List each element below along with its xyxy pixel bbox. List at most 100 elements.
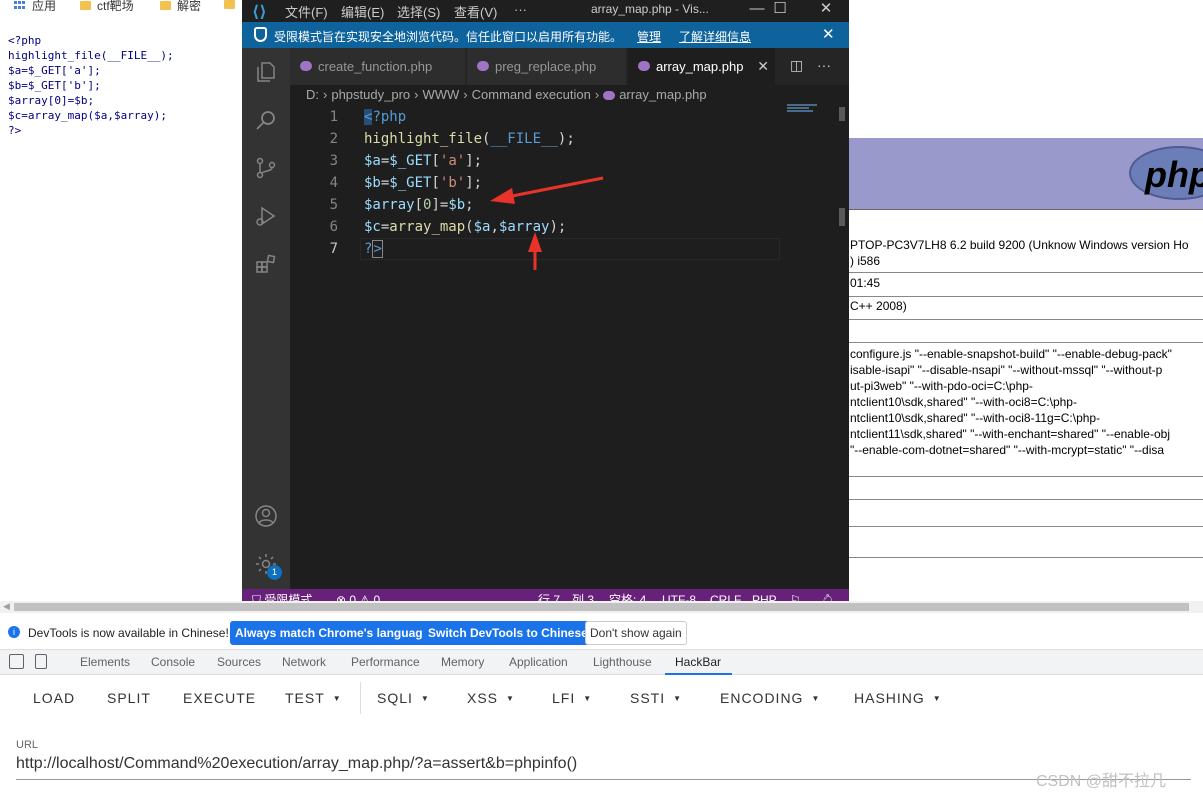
notice-message: DevTools is now available in Chinese! — [28, 626, 229, 640]
run-debug-icon[interactable] — [254, 204, 278, 228]
phpinfo-row — [848, 478, 1203, 500]
scroll-left-icon[interactable]: ◀ — [3, 601, 10, 612]
ssti-button[interactable]: SSTI ▼ — [630, 690, 682, 706]
devtools-tab-bar: Elements Console Sources Network Perform… — [0, 649, 1203, 675]
info-icon: i — [8, 626, 20, 638]
manage-link[interactable]: 管理 — [637, 28, 661, 45]
page-source-code: <?php highlight_file(__FILE__); $a=$_GET['… — [8, 33, 174, 138]
divider — [360, 682, 361, 714]
match-language-button[interactable]: Always match Chrome's language — [230, 621, 435, 645]
menu-edit[interactable]: 编辑(E) — [341, 2, 384, 21]
more-actions-icon[interactable]: ··· — [817, 57, 831, 73]
active-tab-indicator — [665, 673, 732, 675]
xss-button[interactable]: XSS ▼ — [467, 690, 515, 706]
minimap[interactable] — [787, 104, 837, 116]
shield-icon — [254, 27, 267, 42]
split-button[interactable]: SPLIT — [107, 690, 151, 706]
tab-hackbar[interactable]: HackBar — [675, 655, 721, 669]
close-tab-icon[interactable]: ✕ — [757, 48, 769, 85]
tab-sources[interactable]: Sources — [217, 655, 261, 669]
menu-selection[interactable]: 选择(S) — [397, 2, 440, 21]
execute-button[interactable]: EXECUTE — [183, 690, 256, 706]
account-icon[interactable] — [254, 504, 278, 528]
vscode-logo-icon: ⟨⟩ — [252, 4, 267, 21]
encoding-button[interactable]: ENCODING ▼ — [720, 690, 820, 706]
editor-scrollbar-marker — [839, 208, 845, 226]
source-line: highlight_file(__FILE__); — [8, 49, 174, 62]
tab-lighthouse[interactable]: Lighthouse — [593, 655, 652, 669]
test-button[interactable]: TEST ▼ — [285, 690, 342, 706]
learn-more-link[interactable]: 了解详细信息 — [679, 28, 751, 45]
tab-preg-replace[interactable]: preg_replace.php — [467, 48, 627, 85]
tab-elements[interactable]: Elements — [80, 655, 130, 669]
source-line: ?> — [8, 124, 22, 137]
tab-console[interactable]: Console — [151, 655, 195, 669]
code-line: 4 $b=$_GET['b']; — [329, 175, 483, 191]
page-horizontal-scrollbar[interactable]: ◀ — [0, 601, 1203, 613]
phpinfo-output: php PTOP-PC3V7LH8 6.2 build 9200 (Unknow… — [848, 138, 1203, 600]
breadcrumb-www[interactable]: WWW — [422, 87, 459, 102]
bookmark-decrypt[interactable]: 解密 — [160, 0, 201, 14]
apps-grid-icon — [14, 0, 26, 11]
inspect-element-icon[interactable] — [9, 654, 24, 669]
lfi-button[interactable]: LFI ▼ — [552, 690, 592, 706]
load-button[interactable]: LOAD — [33, 690, 75, 706]
phpinfo-row — [848, 528, 1203, 558]
explorer-icon[interactable] — [254, 60, 278, 84]
source-line: $a=$_GET['a']; — [8, 64, 101, 77]
search-icon[interactable] — [254, 108, 278, 132]
bookmark-apps[interactable]: 应用 — [14, 0, 56, 14]
tab-create-function[interactable]: create_function.php — [290, 48, 466, 85]
caret-down-icon: ▼ — [332, 694, 342, 703]
menu-more[interactable]: ··· — [514, 2, 527, 17]
close-banner-icon[interactable]: ✕ — [822, 25, 835, 43]
tab-network[interactable]: Network — [282, 655, 326, 669]
tab-memory[interactable]: Memory — [441, 655, 484, 669]
folder-icon — [160, 1, 171, 10]
tab-array-map[interactable]: array_map.php ✕ — [628, 48, 776, 85]
hashing-button[interactable]: HASHING ▼ — [854, 690, 942, 706]
menu-view[interactable]: 查看(V) — [454, 2, 497, 21]
close-icon[interactable]: ✕ — [803, 0, 849, 22]
menu-file[interactable]: 文件(F) — [285, 2, 328, 21]
php-file-icon — [638, 61, 650, 71]
tab-application[interactable]: Application — [509, 655, 568, 669]
breadcrumb-drive[interactable]: D: — [306, 87, 319, 102]
url-input[interactable]: http://localhost/Command%20execution/arr… — [16, 755, 1191, 780]
update-badge: 1 — [267, 565, 282, 580]
source-line: <?php — [8, 34, 42, 47]
tab-performance[interactable]: Performance — [351, 655, 420, 669]
phpinfo-row: PTOP-PC3V7LH8 6.2 build 9200 (Unknow Win… — [848, 237, 1203, 273]
restricted-banner-text: 受限模式旨在实现安全地浏览代码。信任此窗口以启用所有功能。 — [274, 30, 623, 44]
watermark: CSDN @甜不拉几 — [1036, 773, 1167, 790]
sqli-button[interactable]: SQLI ▼ — [377, 690, 430, 706]
caret-down-icon: ▼ — [673, 694, 683, 703]
split-editor-icon[interactable]: ◫ — [790, 57, 803, 74]
extensions-icon[interactable] — [254, 252, 278, 276]
code-editor[interactable]: 1 <?php 2 highlight_file(__FILE__); 3 $a=$_… — [290, 106, 830, 589]
caret-down-icon: ▼ — [506, 694, 515, 703]
folder-icon[interactable] — [224, 0, 235, 9]
bookmark-ctf[interactable]: ctf靶场 — [80, 0, 134, 14]
dont-show-again-button[interactable]: Don't show again — [585, 621, 687, 645]
code-line: 1 <?php — [329, 109, 407, 125]
devtools-language-notice: i DevTools is now available in Chinese! … — [0, 620, 1203, 646]
code-line: 2 highlight_file(__FILE__); — [329, 131, 575, 147]
breadcrumb-file[interactable]: array_map.php — [619, 87, 706, 102]
editor-scrollbar[interactable] — [839, 107, 845, 121]
breadcrumb-command-execution[interactable]: Command execution — [472, 87, 591, 102]
phpinfo-row: 01:45 — [848, 275, 1203, 297]
folder-icon — [80, 1, 91, 10]
caret-down-icon: ▼ — [811, 694, 821, 703]
switch-chinese-button[interactable]: Switch DevTools to Chinese — [423, 621, 593, 645]
title-bar: ⟨⟩ 文件(F) 编辑(E) 选择(S) 查看(V) ··· array_map… — [242, 0, 849, 22]
activity-bar: 1 — [242, 48, 290, 589]
php-logo: php — [1129, 146, 1203, 200]
breadcrumb-phpstudy[interactable]: phpstudy_pro — [331, 87, 410, 102]
device-toolbar-icon[interactable] — [35, 654, 47, 669]
caret-down-icon: ▼ — [420, 694, 430, 703]
source-control-icon[interactable] — [254, 156, 278, 180]
phpinfo-row — [848, 501, 1203, 527]
scrollbar-thumb[interactable] — [14, 603, 1189, 611]
maximize-icon[interactable]: ☐ — [757, 0, 803, 22]
